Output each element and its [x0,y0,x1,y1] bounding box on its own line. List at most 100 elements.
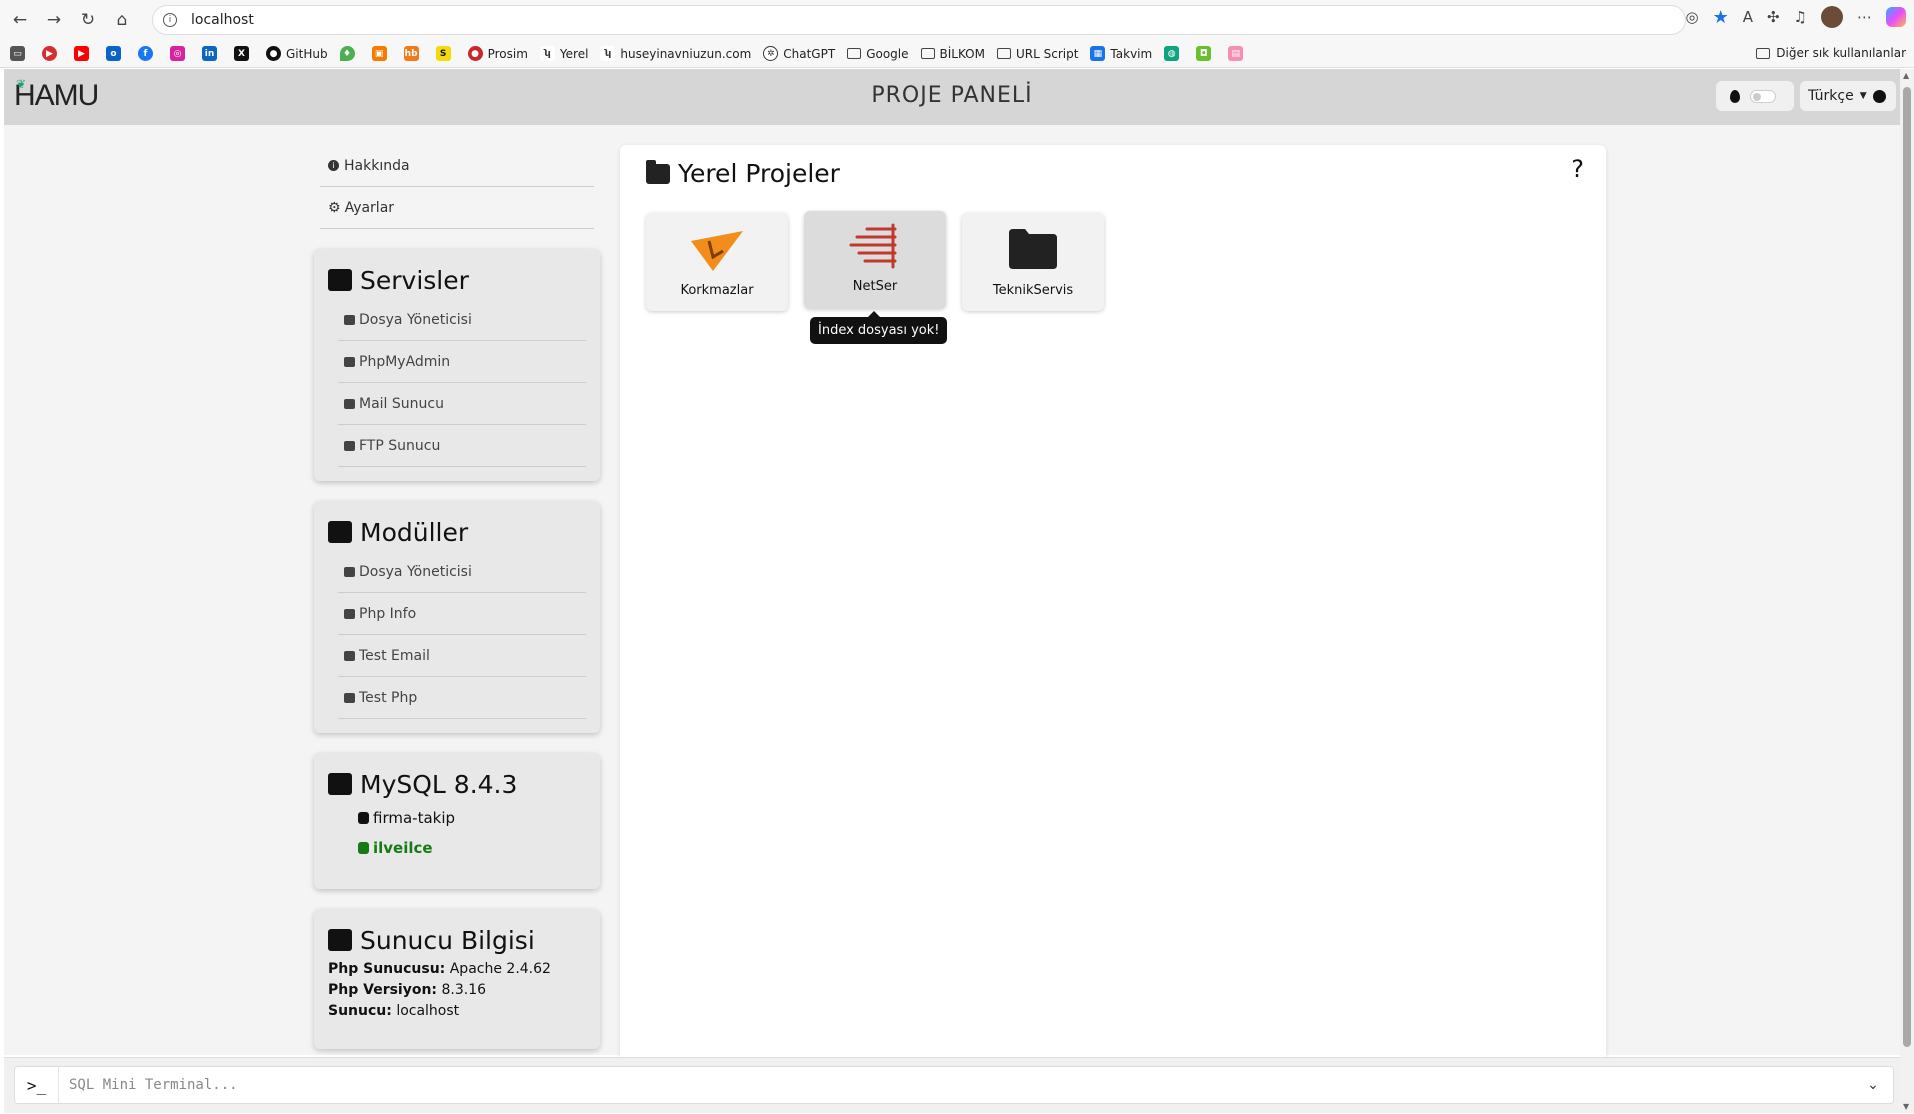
cubes-icon [328,521,352,543]
language-dropdown[interactable]: Türkçe ▼ [1800,81,1896,111]
bookmark-facebook-icon[interactable]: f [138,46,158,61]
drop-icon [1730,89,1740,103]
bookmark-chatgpt[interactable]: ✲ ChatGPT [763,46,835,61]
server-info-title: Sunucu Bilgisi [328,921,586,959]
module-php-info[interactable]: Php Info [338,593,586,635]
copilot-icon[interactable] [1886,7,1906,27]
file-code-icon [344,650,355,661]
project-name: NetSer [852,279,898,294]
project-name: TeknikServis [992,283,1074,298]
module-file-manager[interactable]: Dosya Yöneticisi [338,551,586,593]
gear-icon: ⚙ [328,199,341,216]
service-mail-server[interactable]: Mail Sunucu [338,383,586,425]
file-code-icon [344,608,355,619]
server-icon [344,440,355,451]
home-icon[interactable]: ⌂ [108,6,136,34]
other-bookmarks[interactable]: Diğer sık kullanılanlar [1756,46,1906,60]
reload-icon[interactable]: ↻ [74,6,102,34]
bookmark-red-icon[interactable]: ▶ [42,46,62,61]
scroll-up-icon[interactable]: ▲ [1903,71,1909,80]
folder-icon [1009,229,1057,269]
sidebar-item-hakkinda[interactable]: i Hakkında [320,145,594,187]
scroll-down-icon[interactable]: ▼ [1903,1102,1909,1111]
project-card-netser[interactable]: NetSer [804,211,946,309]
bookmark-green-icon[interactable]: ♦ [339,46,360,61]
more-menu-icon[interactable]: ⋯ [1857,8,1872,26]
sql-terminal-input[interactable] [59,1077,1853,1093]
bookmark-teal-icon[interactable]: ◍ [1164,46,1184,61]
translate-icon[interactable]: ◎ [1685,8,1698,26]
caret-down-icon: ▼ [1859,91,1867,101]
project-name: Korkmazlar [680,283,754,298]
bookmark-folder-bilkom[interactable]: BİLKOM [920,47,985,61]
sidebar-item-ayarlar[interactable]: ⚙ Ayarlar [320,187,594,229]
server-info-card: Sunucu Bilgisi Php Sunucusu: Apache 2.4.… [314,909,600,1049]
site-info-icon[interactable]: i [163,13,177,27]
language-label: Türkçe [1808,88,1854,104]
projects-title: Yerel Projeler [646,159,840,188]
terminal-icon[interactable]: >_ [15,1067,59,1103]
read-aloud-icon[interactable]: A [1743,8,1753,26]
page-title: PROJE PANELİ [871,83,1033,108]
browser-toolbar: ← → ↻ ⌂ i localhost ◎ ★ A ✣ ♫ ⋯ [0,0,1914,40]
scrollbar-thumb[interactable] [1903,87,1911,1047]
forward-icon[interactable]: → [40,6,68,34]
bookmark-github[interactable]: ● GitHub [266,46,328,61]
database-icon [358,812,369,824]
bookmark-folder-url-script[interactable]: URL Script [996,47,1078,61]
projects-panel: Yerel Projeler ? Korkmazlar NetSer Tekni… [620,145,1606,1075]
chevron-down-icon[interactable]: ⌄ [1853,1077,1893,1093]
sidebar: i Hakkında ⚙ Ayarlar Servisler Dosya Yön… [314,145,600,1049]
bookmark-instagram-icon[interactable]: ◎ [170,46,190,61]
folder-icon [847,48,862,59]
server-info-row: Php Versiyon: 8.3.16 [328,982,487,998]
address-bar[interactable]: i localhost [152,5,1686,35]
extensions-icon[interactable]: ✣ [1767,8,1780,26]
bookmark-orange-icon[interactable]: ▣ [371,46,392,61]
netser-logo-icon [849,223,897,269]
server-info-row: Sunucu: localhost [328,1003,460,1019]
theme-toggle[interactable] [1716,81,1794,111]
folder-icon [646,159,670,184]
bookmark-huseyinavniuzun[interactable]: ʮ huseyinavniuzun.com [600,46,751,61]
server-icon [328,929,352,951]
modules-title: Modüller [328,513,586,551]
bookmark-x-icon[interactable]: X [234,46,254,61]
bookmark-pink-icon[interactable]: ▤ [1228,46,1248,61]
service-phpmyadmin[interactable]: PhpMyAdmin [338,341,586,383]
browser-actions: ◎ ★ A ✣ ♫ ⋯ [1685,6,1906,28]
bookmark-prosim[interactable]: ● Prosim [467,46,528,61]
profile-avatar[interactable] [1821,6,1843,28]
bookmark-reader-icon[interactable]: ▭ [10,46,30,61]
bookmark-folder-google[interactable]: Google [847,47,909,61]
services-card: Servisler Dosya Yöneticisi PhpMyAdmin Ma… [314,249,600,481]
module-test-php[interactable]: Test Php [338,677,586,719]
theme-switch[interactable] [1750,89,1776,103]
project-card-korkmazlar[interactable]: Korkmazlar [646,213,788,311]
module-test-email[interactable]: Test Email [338,635,586,677]
help-icon[interactable]: ? [1571,155,1584,183]
bookmarks-bar: ▭ ▶ ▶ o f ◎ in X ● GitHub ♦ ▣ hb S ● Prosi… [0,40,1914,68]
project-card-teknikservis[interactable]: TeknikServis [962,213,1104,311]
database-firma-takip[interactable]: firma-takip [358,803,586,833]
bookmark-outlook-icon[interactable]: o [106,46,126,61]
modules-card: Modüller Dosya Yöneticisi Php Info Test … [314,501,600,733]
service-file-manager[interactable]: Dosya Yöneticisi [338,299,586,341]
korkmazlar-logo-icon [691,231,743,271]
database-icon [344,356,355,367]
bookmark-takvim[interactable]: ▦ Takvim [1090,46,1152,61]
collections-icon[interactable]: ♫ [1794,8,1807,26]
favorite-star-icon[interactable]: ★ [1713,7,1729,28]
bookmark-lime-icon[interactable]: ◘ [1196,46,1216,61]
bookmark-youtube-icon[interactable]: ▶ [74,46,94,61]
back-icon[interactable]: ← [6,6,34,34]
bookmark-hb-icon[interactable]: hb [403,46,424,61]
service-ftp-server[interactable]: FTP Sunucu [338,425,586,467]
toolbox-icon [328,269,352,291]
bookmark-yerel[interactable]: ʮ Yerel [539,46,588,61]
database-ilveilce[interactable]: ilveilce [358,833,586,863]
file-code-icon [344,566,355,577]
page-scrollbar[interactable]: ▲ ▼ [1900,69,1914,1113]
bookmark-linkedin-icon[interactable]: in [202,46,222,61]
bookmark-s-icon[interactable]: S [435,46,456,61]
